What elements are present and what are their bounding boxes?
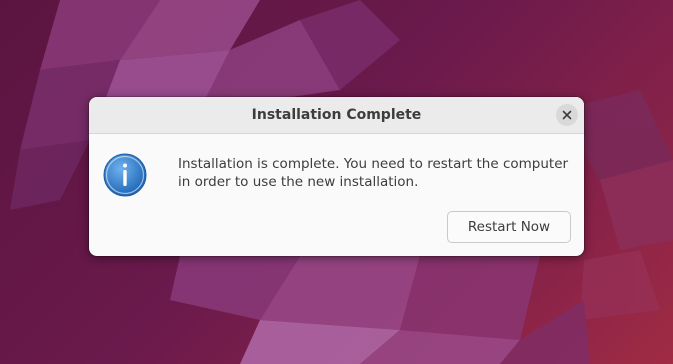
close-icon: [562, 110, 572, 120]
restart-now-button[interactable]: Restart Now: [447, 211, 571, 243]
dialog-titlebar[interactable]: Installation Complete: [89, 97, 584, 134]
dialog-body: Installation is complete. You need to re…: [89, 134, 584, 256]
info-icon: [103, 153, 147, 197]
dialog-title: Installation Complete: [251, 107, 422, 123]
dialog-message: Installation is complete. You need to re…: [178, 156, 569, 190]
desktop: Installation Complete Installation is co…: [0, 0, 673, 364]
close-button[interactable]: [556, 104, 578, 126]
installation-complete-dialog: Installation Complete Installation is co…: [89, 97, 584, 256]
